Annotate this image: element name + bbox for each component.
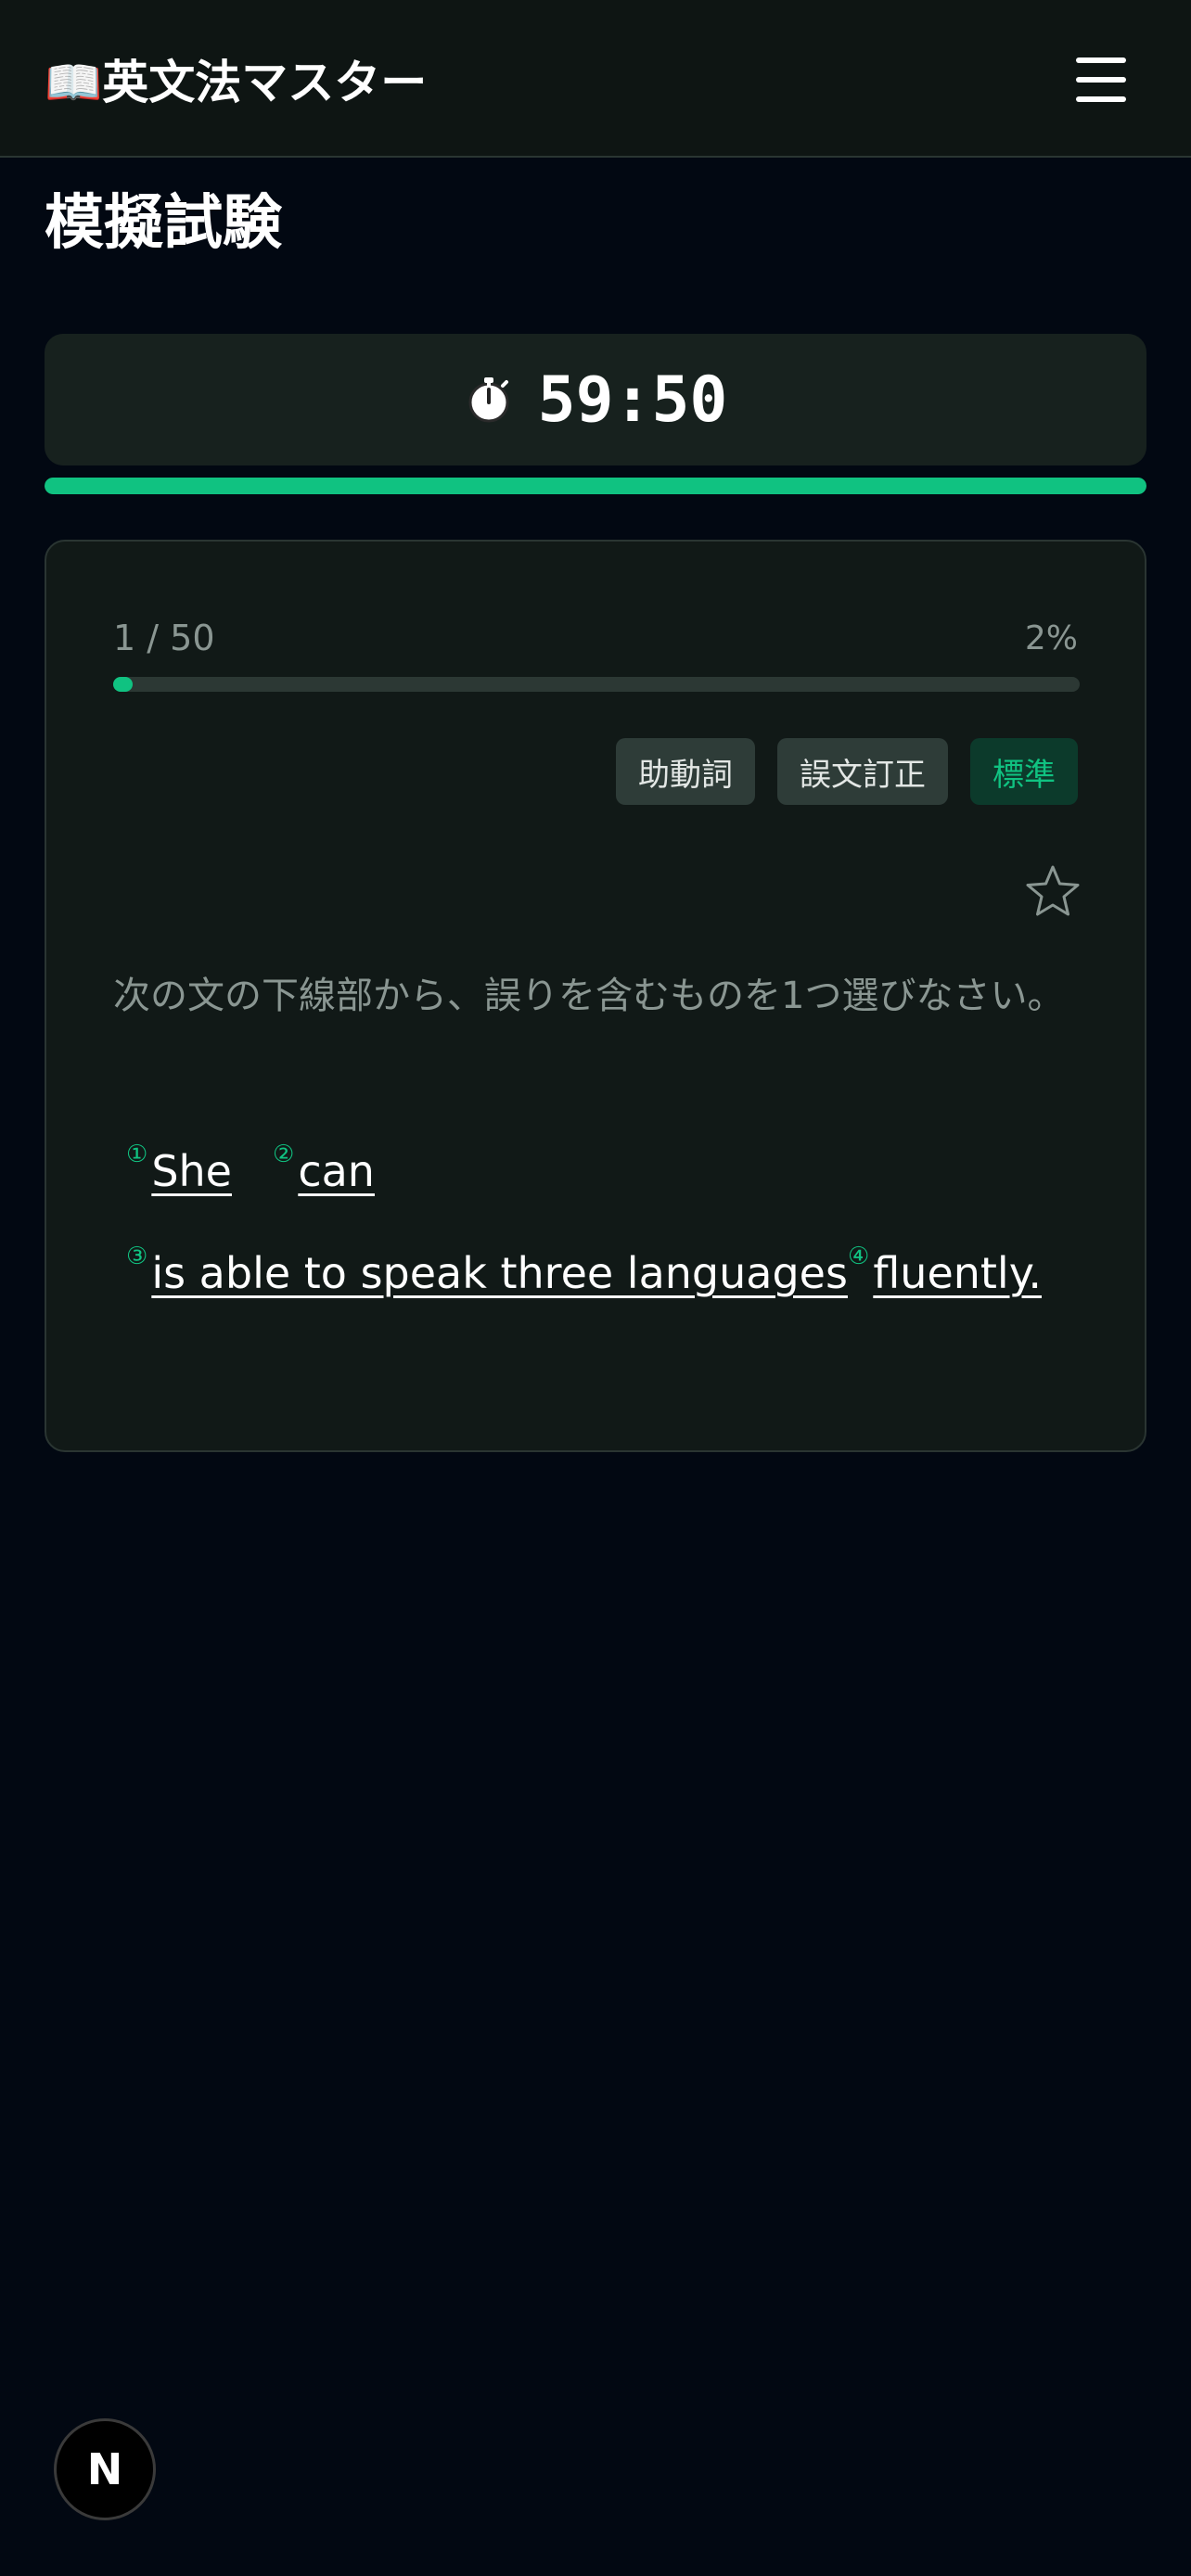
menu-line (1076, 77, 1126, 83)
choice-number: ③ (126, 1243, 148, 1270)
question-counter: 1 / 50 (113, 618, 215, 658)
hamburger-menu-icon[interactable] (1067, 52, 1135, 108)
menu-line (1076, 57, 1126, 63)
choice-1[interactable]: ① She (126, 1141, 232, 1196)
page-title: 模擬試験 (45, 189, 282, 258)
tag-level: 標準 (970, 738, 1078, 805)
app-header: 📖英文法マスター (0, 0, 1191, 158)
tag-category: 助動詞 (616, 738, 755, 805)
choice-text: fluently. (873, 1248, 1042, 1298)
timer-display: 59:50 (45, 334, 1146, 465)
tag-type: 誤文訂正 (777, 738, 948, 805)
timer-progress-bar (45, 478, 1146, 494)
choice-3[interactable]: ③ is able to speak three languages (126, 1243, 848, 1298)
choice-number: ④ (848, 1243, 870, 1270)
choice-text: can (298, 1146, 375, 1196)
tag-list: 助動詞 誤文訂正 標準 (616, 738, 1078, 805)
choice-4[interactable]: ④ fluently. (848, 1243, 1042, 1298)
timer-text: 59:50 (537, 363, 728, 437)
choice-text: She (151, 1146, 232, 1196)
stopwatch-icon (468, 377, 509, 423)
question-instruction: 次の文の下線部から、誤りを含むものを1つ選びなさい。 (113, 975, 1065, 1017)
question-card: 1 / 50 2% 助動詞 誤文訂正 標準 次の文の下線部から、誤りを含むものを… (45, 540, 1146, 1452)
app-title[interactable]: 📖英文法マスター (45, 46, 427, 111)
choice-number: ② (273, 1141, 295, 1168)
question-progress-bar (113, 677, 1080, 692)
nextjs-badge[interactable]: N (54, 2418, 156, 2520)
question-percent: 2% (1024, 619, 1078, 657)
choice-text: is able to speak three languages (151, 1248, 848, 1298)
question-progress-fill (113, 677, 133, 692)
timer-progress-fill (45, 478, 1146, 494)
choice-number: ① (126, 1141, 148, 1168)
menu-line (1076, 96, 1126, 102)
choice-2[interactable]: ② can (273, 1141, 375, 1196)
star-outline-icon[interactable] (1024, 862, 1082, 920)
